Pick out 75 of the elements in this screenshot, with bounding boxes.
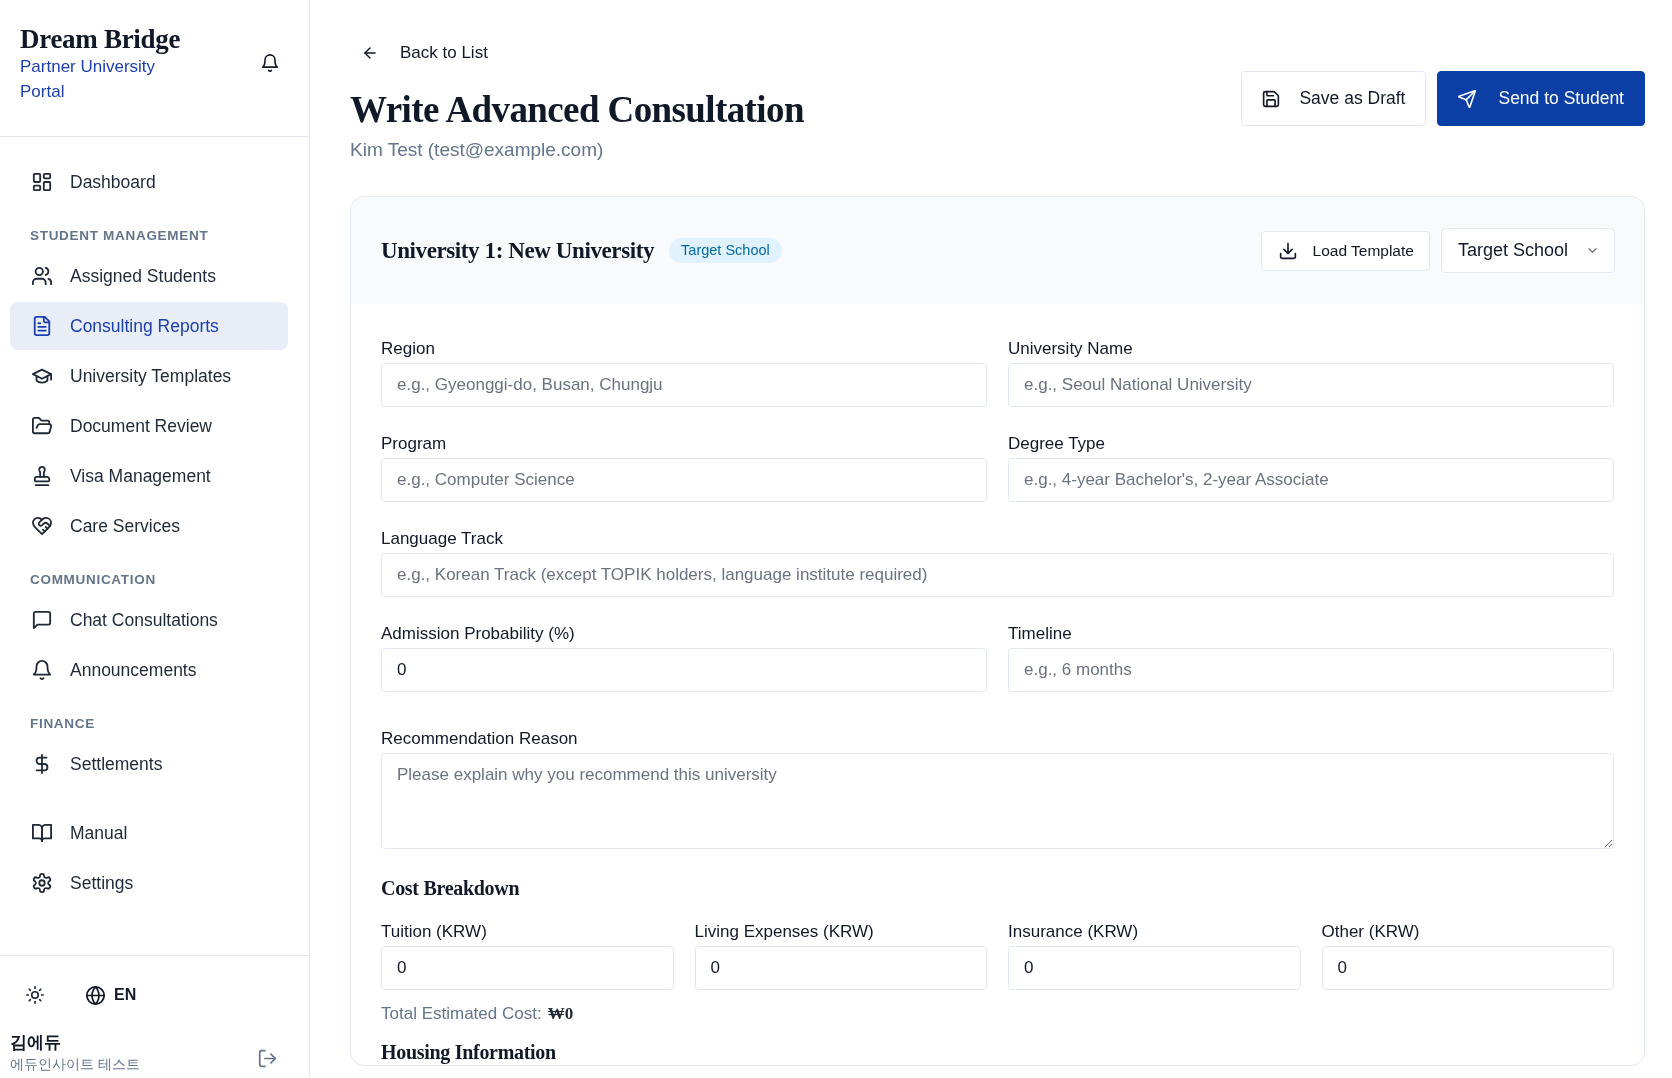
student-info: Kim Test (test@example.com) xyxy=(350,139,604,161)
nav-section-heading: STUDENT MANAGEMENT xyxy=(29,227,210,245)
language-button[interactable]: EN xyxy=(86,985,137,1005)
settings-icon xyxy=(32,873,52,893)
field-label: Degree Type xyxy=(1008,433,1107,455)
globe-icon xyxy=(86,985,105,1005)
input-field[interactable]: e.g., Korean Track (except TOPIK holders, language institute required) xyxy=(381,553,1614,597)
nav-item[interactable]: Care Services xyxy=(10,502,288,550)
send-icon xyxy=(1458,89,1477,108)
input-field[interactable]: 0 xyxy=(1008,946,1301,990)
folder-icon xyxy=(32,416,52,436)
sun-icon[interactable] xyxy=(26,986,44,1004)
bell-icon[interactable] xyxy=(261,53,279,73)
input-field[interactable]: e.g., 4-year Bachelor's, 2-year Associate xyxy=(1008,458,1614,502)
download-icon xyxy=(1278,241,1297,260)
input-field[interactable]: 0 xyxy=(1321,946,1614,990)
field-label: Program xyxy=(381,433,448,455)
send-button[interactable]: Send to Student xyxy=(1437,71,1645,126)
document-icon xyxy=(32,316,52,336)
field-label: Timeline xyxy=(1008,623,1073,645)
total-cost-value: ₩0 xyxy=(547,1003,574,1025)
book-icon xyxy=(32,823,52,843)
nav-item[interactable]: Document Review xyxy=(10,402,288,450)
nav-section-heading: COMMUNICATION xyxy=(29,571,157,589)
field-label: Insurance (KRW) xyxy=(1008,921,1140,943)
page-title: Write Advanced Consultation xyxy=(350,88,804,132)
field-label: Language Track xyxy=(381,528,504,550)
nav-section-heading: FINANCE xyxy=(29,715,96,733)
input-field[interactable]: 0 xyxy=(694,946,987,990)
section-heading: Cost Breakdown xyxy=(381,876,521,901)
textarea-field[interactable]: Please explain why you recommend this university xyxy=(381,753,1614,849)
user-name: 김에듀 xyxy=(10,1032,62,1054)
user-organization: 에듀인사이트 테스트 xyxy=(10,1055,140,1074)
save-draft-button[interactable]: Save as Draft xyxy=(1241,71,1427,126)
users-icon xyxy=(32,266,52,286)
input-field[interactable]: 0 xyxy=(381,946,674,990)
input-field[interactable]: 0 xyxy=(381,648,987,692)
input-field[interactable]: e.g., Computer Science xyxy=(381,458,987,502)
graduation-cap-icon xyxy=(32,366,52,386)
input-field[interactable]: e.g., 6 months xyxy=(1008,648,1614,692)
category-badge: Target School xyxy=(669,238,782,263)
grid-icon xyxy=(32,172,52,192)
nav-item[interactable]: Dashboard xyxy=(10,158,288,206)
university-title: University 1: New University xyxy=(381,236,655,265)
field-label: Region xyxy=(381,338,436,360)
nav-item[interactable]: Consulting Reports xyxy=(10,302,288,350)
logout-icon[interactable] xyxy=(258,1048,277,1068)
field-label: University Name xyxy=(1008,338,1134,360)
nav-item[interactable]: Visa Management xyxy=(10,452,288,500)
section-heading: Housing Information xyxy=(381,1040,557,1065)
brand-name: Dream Bridge xyxy=(20,24,182,54)
brand-subtitle: Partner University Portal xyxy=(20,56,157,103)
school-type-select[interactable]: Target School xyxy=(1440,228,1615,273)
total-cost-label: Total Estimated Cost: xyxy=(381,1003,542,1025)
field-label: Recommendation Reason xyxy=(381,728,579,750)
nav-item[interactable]: Settlements xyxy=(10,740,288,788)
back-link[interactable]: Back to List xyxy=(350,40,488,66)
save-icon xyxy=(1262,89,1281,108)
nav-item[interactable]: Settings xyxy=(10,859,288,907)
field-label: Tuition (KRW) xyxy=(381,921,488,943)
load-template-button[interactable]: Load Template xyxy=(1260,230,1430,271)
input-field[interactable]: e.g., Seoul National University xyxy=(1008,363,1614,407)
heart-handshake-icon xyxy=(32,516,52,536)
field-label: Admission Probability (%) xyxy=(381,623,576,645)
nav-item[interactable]: Chat Consultations xyxy=(10,596,288,644)
input-field[interactable]: e.g., Gyeonggi-do, Busan, Chungju xyxy=(381,363,987,407)
nav-item[interactable]: Assigned Students xyxy=(10,252,288,300)
field-label: Other (KRW) xyxy=(1321,921,1421,943)
stamp-icon xyxy=(32,466,52,486)
chat-bubble-icon xyxy=(32,610,52,630)
nav-item[interactable]: Manual xyxy=(10,809,288,857)
nav-item[interactable]: University Templates xyxy=(10,352,288,400)
nav-item[interactable]: Announcements xyxy=(10,646,288,694)
bell-icon xyxy=(32,660,52,680)
field-label: Living Expenses (KRW) xyxy=(694,921,875,943)
